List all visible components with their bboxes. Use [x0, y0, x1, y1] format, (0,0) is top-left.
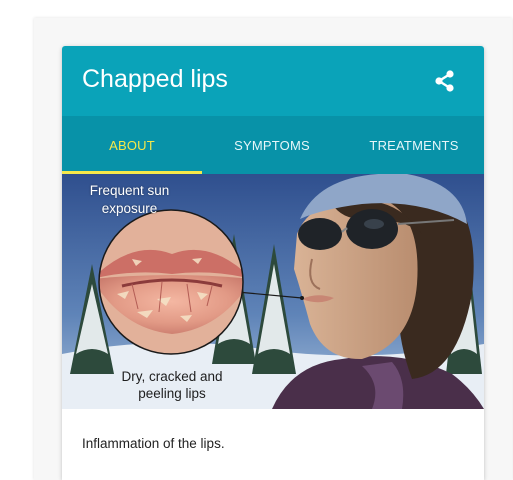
share-icon[interactable] [432, 68, 458, 94]
medical-illustration: Frequent sun exposure Dry, cracked and p… [62, 174, 484, 409]
tab-symptoms[interactable]: SYMPTOMS [202, 116, 342, 174]
tab-about[interactable]: ABOUT [62, 116, 202, 174]
tab-bar: ABOUT SYMPTOMS TREATMENTS [62, 116, 484, 174]
condition-description: Inflammation of the lips. [82, 436, 225, 451]
illustration-label-bottom: Dry, cracked and peeling lips [121, 369, 223, 401]
condition-card: Chapped lips ABOUT SYMPTOMS TREATMENTS F… [62, 46, 484, 480]
card-title: Chapped lips [82, 65, 228, 93]
card-header: Chapped lips [62, 46, 484, 116]
illustration-label-top: Frequent sun exposure [89, 183, 170, 216]
tab-treatments[interactable]: TREATMENTS [344, 116, 484, 174]
